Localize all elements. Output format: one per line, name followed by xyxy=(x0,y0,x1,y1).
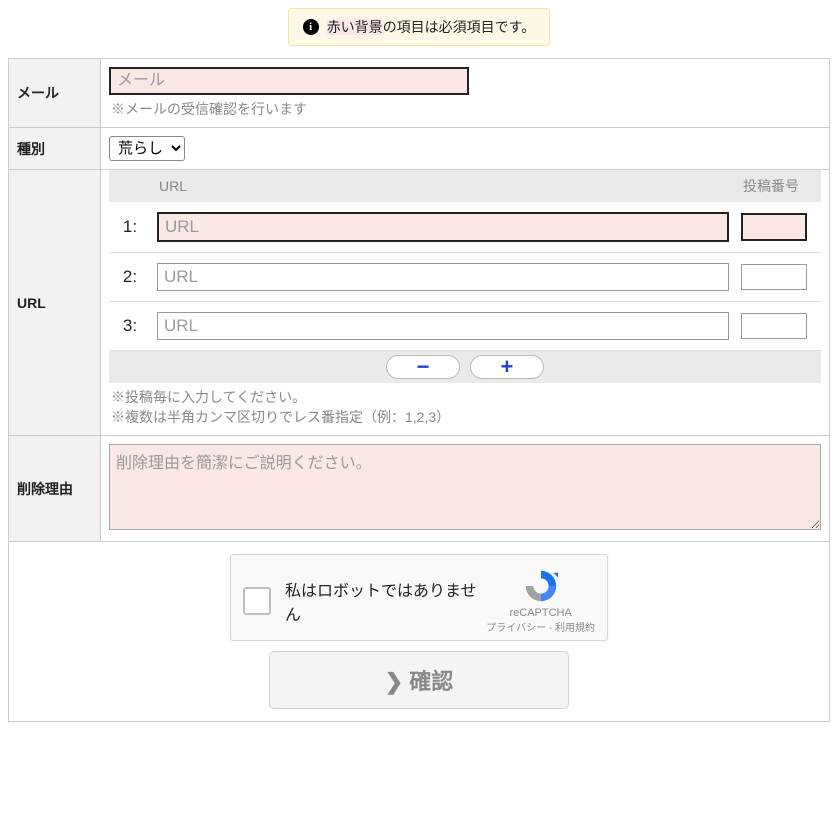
chevron-right-icon: ❯ xyxy=(385,669,403,694)
notice-red-fragment: 赤い背景 xyxy=(327,19,383,35)
url-table: URL 投稿番号 1: 2: xyxy=(109,170,821,383)
postno-input-3[interactable] xyxy=(741,313,807,339)
kind-select[interactable]: 荒らし xyxy=(109,136,185,161)
mail-hint: ※メールの受信確認を行います xyxy=(111,99,819,119)
mail-input[interactable] xyxy=(109,67,469,95)
url-hint-2: ※複数は半角カンマ区切りでレス番指定（例：1,2,3） xyxy=(111,407,819,427)
url-row: 1: xyxy=(109,202,821,253)
recaptcha-box: 私はロボットではありません reCAPTCHA xyxy=(230,554,608,641)
recaptcha-checkbox[interactable] xyxy=(243,587,271,615)
info-icon: i xyxy=(303,19,319,35)
notice-wrap: i 赤い背景の項目は必須項目です。 xyxy=(8,8,830,58)
url-hint-1: ※投稿毎に入力してください。 xyxy=(111,387,819,407)
form-table: メール ※メールの受信確認を行います 種別 荒らし URL xyxy=(8,58,830,722)
recaptcha-brand: reCAPTCHA xyxy=(486,607,595,619)
form-page: i 赤い背景の項目は必須項目です。 メール ※メールの受信確認を行います 種別 xyxy=(8,8,830,722)
confirm-label: 確認 xyxy=(409,669,453,694)
postno-input-1[interactable] xyxy=(741,213,807,241)
url-head-postno: 投稿番号 xyxy=(735,170,821,202)
recaptcha-privacy-link[interactable]: プライバシー xyxy=(486,623,546,634)
recaptcha-links: プライバシー - 利用規約 xyxy=(486,619,595,634)
label-mail: メール xyxy=(9,59,101,128)
label-reason: 削除理由 xyxy=(9,436,101,542)
url-row-num: 2: xyxy=(109,253,151,302)
required-notice: i 赤い背景の項目は必須項目です。 xyxy=(288,8,551,46)
recaptcha-branding: reCAPTCHA プライバシー - 利用規約 xyxy=(486,567,595,634)
url-button-row: − + xyxy=(109,351,821,384)
url-input-2[interactable] xyxy=(157,263,729,291)
notice-text: 赤い背景の項目は必須項目です。 xyxy=(327,17,536,37)
recaptcha-icon xyxy=(522,567,560,605)
url-input-1[interactable] xyxy=(157,212,729,242)
notice-post-fragment: の項目は必須項目です。 xyxy=(383,19,536,35)
url-row-num: 3: xyxy=(109,302,151,351)
url-head-url: URL xyxy=(151,170,735,202)
reason-textarea[interactable] xyxy=(109,444,821,530)
url-row: 2: xyxy=(109,253,821,302)
add-row-button[interactable]: + xyxy=(470,355,544,379)
url-input-3[interactable] xyxy=(157,312,729,340)
postno-input-2[interactable] xyxy=(741,264,807,290)
url-row: 3: xyxy=(109,302,821,351)
url-row-num: 1: xyxy=(109,202,151,253)
confirm-button[interactable]: ❯確認 xyxy=(269,651,569,709)
label-url: URL xyxy=(9,170,101,436)
label-kind: 種別 xyxy=(9,128,101,170)
recaptcha-terms-link[interactable]: 利用規約 xyxy=(555,623,595,634)
remove-row-button[interactable]: − xyxy=(386,355,460,379)
recaptcha-text: 私はロボットではありません xyxy=(285,577,486,625)
